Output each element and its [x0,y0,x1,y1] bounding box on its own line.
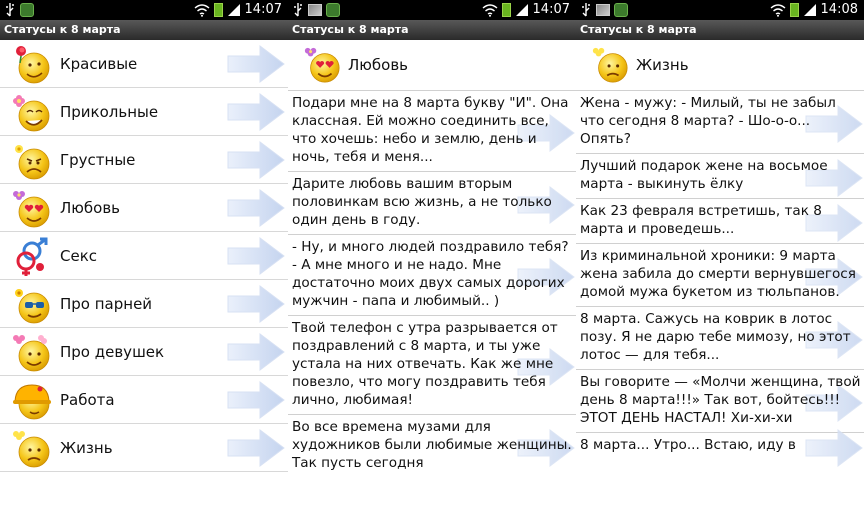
quote-text: - Ну, и много людей поздравило тебя? - А… [292,239,569,309]
app-title-bar: Статусы к 8 марта [288,20,576,40]
usb-icon [582,3,590,17]
life-screen: 14:08 Статусы к 8 марта Жизнь Жена - муж… [576,0,864,512]
arrow-right-icon [227,333,285,371]
category-label: Про девушек [60,343,165,361]
quote-text: Подари мне на 8 марта букву "И". Она кла… [292,95,569,165]
wifi-icon [770,4,785,17]
quote-item[interactable]: Подари мне на 8 марта букву "И". Она кла… [288,90,576,171]
category-item[interactable]: Жизнь [0,424,288,472]
category-item[interactable]: Любовь [0,184,288,232]
quote-item[interactable]: Жена - мужу: - Милый, ты не забыл что се… [576,90,864,153]
signal-icon [803,4,816,16]
quote-text: Вы говорите — «Молчи женщина, твой день … [580,374,861,426]
smiley-rose-icon [16,46,50,84]
quote-item[interactable]: Вы говорите — «Молчи женщина, твой день … [576,369,864,432]
smiley-flower-icon [13,95,50,132]
category-item[interactable]: Красивые [0,40,288,88]
sad-smiley-icon [15,145,50,180]
quote-text: Жена - мужу: - Милый, ты не забыл что се… [580,95,836,147]
quote-text: Твой телефон с утра разрывается от поздр… [292,320,558,408]
arrow-right-icon [227,381,285,419]
quote-text: Из криминальной хроники: 9 марта жена за… [580,248,856,300]
quote-item[interactable]: Лучший подарок жене на восьмое марта - в… [576,153,864,198]
signal-icon [227,4,240,16]
category-label: Грустные [60,151,136,169]
category-label: Работа [60,391,115,409]
app-notification-icon [20,3,34,17]
arrow-right-icon [227,237,285,275]
wifi-icon [194,4,209,17]
usb-icon [294,3,302,17]
category-title: Любовь [348,56,409,74]
quote-item[interactable]: Во все времена музами для художников был… [288,414,576,477]
quote-item[interactable]: Как 23 февраля встретишь, так 8 марта и … [576,198,864,243]
wifi-icon [482,4,497,17]
signal-icon [515,4,528,16]
category-item[interactable]: Про парней [0,280,288,328]
status-time: 14:08 [820,2,858,17]
category-header: Жизнь [576,40,864,90]
arrow-right-icon [227,93,285,131]
category-list: Красивые Прикольные Грустные Любовь Секс… [0,40,288,472]
image-notification-icon [308,4,322,16]
battery-icon [501,3,511,17]
heart-eyes-smiley-icon [304,47,340,83]
arrow-right-icon [227,45,285,83]
quote-item[interactable]: 8 марта... Утро... Встаю, иду в [576,429,864,467]
heart-eyes-smiley-icon [13,191,50,228]
category-item[interactable]: Про девушек [0,328,288,376]
arrow-right-icon [227,285,285,323]
quote-item[interactable]: Из криминальной хроники: 9 марта жена за… [576,243,864,306]
usb-icon [6,3,14,17]
app-title-bar: Статусы к 8 марта [576,20,864,40]
quote-list: Жена - мужу: - Милый, ты не забыл что се… [576,90,864,467]
quote-text: Как 23 февраля встретишь, так 8 марта и … [580,203,822,237]
category-label: Про парней [60,295,153,313]
hardhat-smiley-icon [13,384,51,420]
app-notification-icon [614,3,628,17]
quote-text: Лучший подарок жене на восьмое марта - в… [580,158,828,192]
category-label: Секс [60,247,98,265]
app-title-bar: Статусы к 8 марта [0,20,288,40]
unsure-smiley-icon [592,47,628,83]
battery-icon [213,3,223,17]
love-screen: 14:07 Статусы к 8 марта Любовь Подари мн… [288,0,576,512]
quote-item[interactable]: Твой телефон с утра разрывается от поздр… [288,315,576,414]
app-notification-icon [326,3,340,17]
status-bar: 14:07 [288,0,576,20]
smiley-flowers-icon [13,335,50,372]
image-notification-icon [596,4,610,16]
categories-screen: 14:07 Статусы к 8 марта Красивые Приколь… [0,0,288,512]
category-label: Красивые [60,55,138,73]
category-item[interactable]: Секс [0,232,288,280]
status-time: 14:07 [244,2,282,17]
arrow-right-icon [227,141,285,179]
arrow-right-icon [227,429,285,467]
quote-list: Подари мне на 8 марта букву "И". Она кла… [288,90,576,477]
quote-item[interactable]: Дарите любовь вашим вторым половинкам вс… [288,171,576,234]
category-item[interactable]: Грустные [0,136,288,184]
category-item[interactable]: Работа [0,376,288,424]
quote-text: 8 марта. Сажусь на коврик в лотос позу. … [580,311,851,363]
category-header: Любовь [288,40,576,90]
category-item[interactable]: Прикольные [0,88,288,136]
quote-item[interactable]: - Ну, и много людей поздравило тебя? - А… [288,234,576,315]
status-time: 14:07 [532,2,570,17]
battery-icon [789,3,799,17]
gender-symbols-icon [16,237,48,276]
quote-item[interactable]: 8 марта. Сажусь на коврик в лотос позу. … [576,306,864,369]
status-bar: 14:08 [576,0,864,20]
sunglasses-smiley-icon [15,289,50,324]
category-label: Жизнь [60,439,113,457]
status-bar: 14:07 [0,0,288,20]
category-label: Прикольные [60,103,159,121]
category-title: Жизнь [636,56,689,74]
arrow-right-icon [227,189,285,227]
category-label: Любовь [60,199,121,217]
quote-text: Во все времена музами для художников был… [292,419,572,471]
quote-text: 8 марта... Утро... Встаю, иду в [580,437,796,453]
unsure-smiley-icon [13,431,50,468]
quote-text: Дарите любовь вашим вторым половинкам вс… [292,176,552,228]
